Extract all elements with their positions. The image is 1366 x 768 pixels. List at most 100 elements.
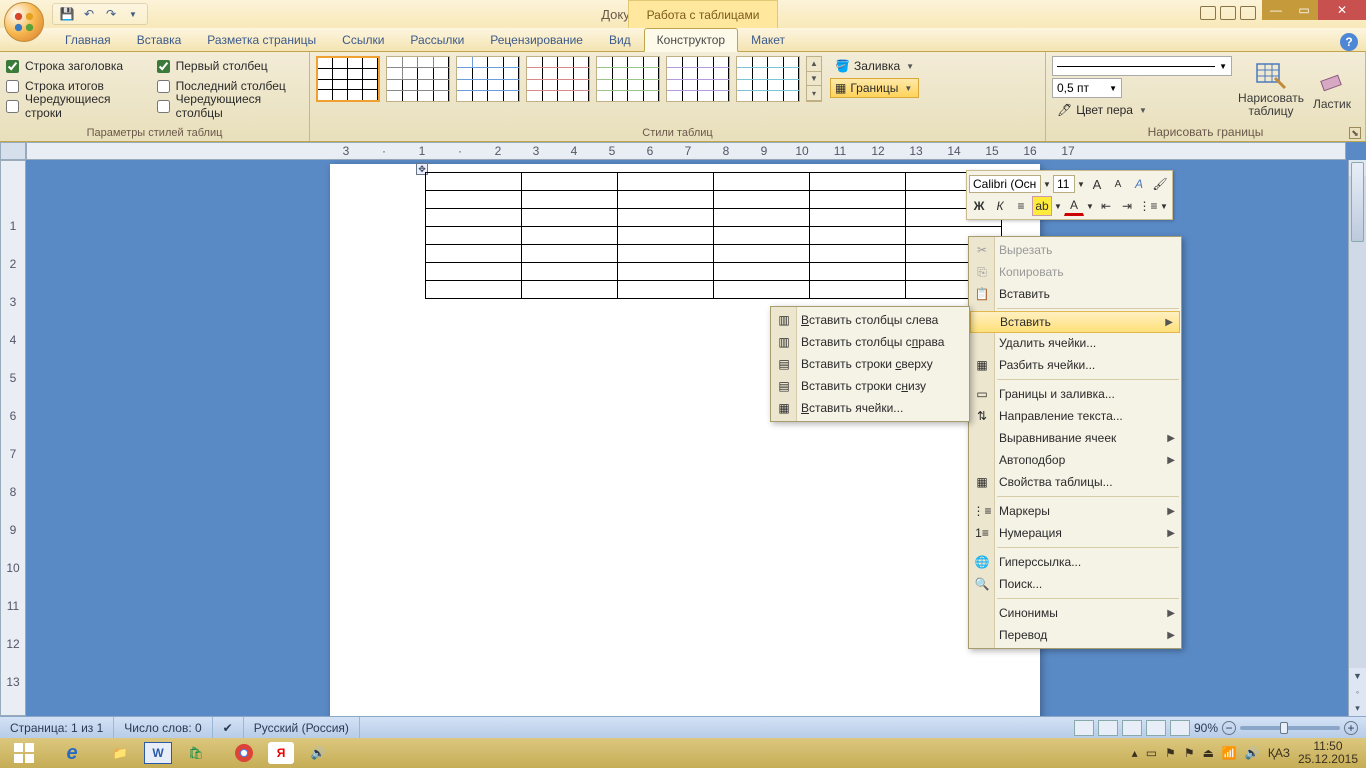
tab-home[interactable]: Главная [52,28,124,51]
tray-up-icon[interactable]: ▴ [1132,746,1138,760]
tray-icon-2[interactable]: ⚑ [1165,746,1176,760]
office-button[interactable] [4,2,44,42]
taskbar-yandex-icon[interactable]: Я [268,742,294,764]
redo-icon[interactable]: ↷ [101,5,121,23]
dialog-launcher-icon[interactable]: ⬊ [1349,127,1361,139]
bullets-dd-icon[interactable]: ▼ [1159,196,1169,216]
save-icon[interactable]: 💾 [57,5,77,23]
tray-safe-remove-icon[interactable]: ⏏ [1203,746,1214,760]
sub-insert-cells[interactable]: ▦Вставить ячейки... [771,397,969,419]
taskbar-store-icon[interactable]: 🛍 [172,738,220,768]
prev-page-icon[interactable]: ◦ [1349,684,1366,700]
vertical-ruler[interactable]: 12345678910111213 [0,160,26,716]
vertical-scrollbar[interactable]: ▲ ▼ ◦ ▾ [1348,160,1366,716]
pen-color-button[interactable]: 🖊Цвет пера▼ [1052,100,1232,120]
grow-font-icon[interactable]: A [1087,174,1107,194]
ctx-insert[interactable]: Вставить▶ [970,311,1180,333]
mdi-close-icon[interactable] [1240,6,1256,20]
ctx-cell-alignment[interactable]: Выравнивание ячеек▶ [969,427,1181,449]
ctx-bullets[interactable]: ⋮≡Маркеры▶ [969,500,1181,522]
mini-font-name[interactable]: Calibri (Осн [969,175,1041,193]
status-proofing[interactable]: ✔ [213,717,244,738]
window-maximize-button[interactable]: ▭ [1290,0,1318,20]
pen-weight-dropdown[interactable]: 0,5 пт▼ [1052,78,1122,98]
tab-insert[interactable]: Вставка [124,28,195,51]
window-close-button[interactable]: ✕ [1318,0,1366,20]
sub-insert-rows-above[interactable]: ▤Вставить строки сверху [771,353,969,375]
undo-icon[interactable]: ↶ [79,5,99,23]
gallery-up-icon[interactable]: ▲ [807,57,821,72]
zoom-slider[interactable] [1240,726,1340,730]
document-page[interactable]: ✥ [330,164,1040,724]
style-thumb-5[interactable] [596,56,660,102]
style-thumb-3[interactable] [456,56,520,102]
sub-insert-cols-left[interactable]: ▥Вставить столбцы слева [771,309,969,331]
highlight-icon[interactable]: ab [1032,196,1052,216]
horizontal-ruler[interactable]: 3·1·234567891011121314151617 [26,142,1346,160]
gallery-scroll[interactable]: ▲▼▾ [806,56,822,102]
font-color-icon[interactable]: A [1064,196,1084,216]
taskbar-word-icon[interactable]: W [144,742,172,764]
eraser-button[interactable]: Ластик [1310,56,1354,120]
scroll-thumb[interactable] [1351,162,1364,242]
taskbar-chrome-icon[interactable] [220,738,268,768]
next-page-icon[interactable]: ▾ [1349,700,1366,716]
ctx-cut[interactable]: ✂Вырезать [969,239,1181,261]
highlight-dd-icon[interactable]: ▼ [1053,196,1063,216]
format-painter-icon[interactable]: 🖌 [1150,174,1170,194]
qat-customize-icon[interactable]: ▼ [123,5,143,23]
borders-button[interactable]: ▦Границы▼ [830,78,919,98]
shrink-font-icon[interactable]: A [1108,174,1128,194]
tab-review[interactable]: Рецензирование [477,28,596,51]
mini-font-size[interactable]: 11 [1053,175,1075,193]
ctx-copy[interactable]: ⎘Копировать [969,261,1181,283]
tray-clock[interactable]: 11:50 25.12.2015 [1298,740,1358,766]
view-outline-icon[interactable] [1146,720,1166,736]
tray-keyboard-layout[interactable]: ҚАЗ [1268,746,1290,760]
style-thumb-2[interactable] [386,56,450,102]
ctx-find[interactable]: 🔍Поиск... [969,573,1181,595]
mdi-min-icon[interactable] [1200,6,1216,20]
zoom-slider-knob[interactable] [1280,722,1288,734]
font-color-dd-icon[interactable]: ▼ [1085,196,1095,216]
bold-icon[interactable]: Ж [969,196,989,216]
zoom-in-button[interactable]: + [1344,721,1358,735]
document-table[interactable] [425,172,1002,299]
mini-size-dd-icon[interactable]: ▼ [1076,174,1086,194]
status-page[interactable]: Страница: 1 из 1 [0,717,114,738]
opt-header-row[interactable]: Строка заголовка [6,56,143,76]
style-thumb-1[interactable] [316,56,380,102]
ctx-numbering[interactable]: 1≡Нумерация▶ [969,522,1181,544]
tray-volume-icon[interactable]: 🔊 [1245,746,1260,760]
tab-design[interactable]: Конструктор [644,28,738,52]
pen-style-dropdown[interactable]: ▼ [1052,56,1232,76]
view-draft-icon[interactable] [1170,720,1190,736]
status-word-count[interactable]: Число слов: 0 [114,717,212,738]
tab-layout[interactable]: Макет [738,28,798,51]
opt-banded-rows[interactable]: Чередующиеся строки [6,96,143,116]
view-full-screen-icon[interactable] [1098,720,1118,736]
ctx-synonyms[interactable]: Синонимы▶ [969,602,1181,624]
tab-mailings[interactable]: Рассылки [397,28,477,51]
ctx-translate[interactable]: Перевод▶ [969,624,1181,646]
tray-network-icon[interactable]: 📶 [1222,746,1237,760]
zoom-out-button[interactable]: − [1222,721,1236,735]
status-language[interactable]: Русский (Россия) [244,717,360,738]
style-thumb-4[interactable] [526,56,590,102]
start-button[interactable] [0,738,48,768]
style-thumb-7[interactable] [736,56,800,102]
table-styles-gallery[interactable]: ▲▼▾ [316,56,822,102]
ctx-autofit[interactable]: Автоподбор▶ [969,449,1181,471]
tray-icon-3[interactable]: ⚑ [1184,746,1195,760]
tab-references[interactable]: Ссылки [329,28,397,51]
ctx-split-cells[interactable]: ▦Разбить ячейки... [969,354,1181,376]
ruler-corner[interactable] [0,142,26,160]
tab-page-layout[interactable]: Разметка страницы [194,28,329,51]
sub-insert-rows-below[interactable]: ▤Вставить строки снизу [771,375,969,397]
align-center-icon[interactable]: ≡ [1011,196,1031,216]
style-thumb-6[interactable] [666,56,730,102]
italic-icon[interactable]: К [990,196,1010,216]
ctx-paste[interactable]: 📋Вставить [969,283,1181,305]
gallery-down-icon[interactable]: ▼ [807,72,821,87]
sub-insert-cols-right[interactable]: ▥Вставить столбцы справа [771,331,969,353]
